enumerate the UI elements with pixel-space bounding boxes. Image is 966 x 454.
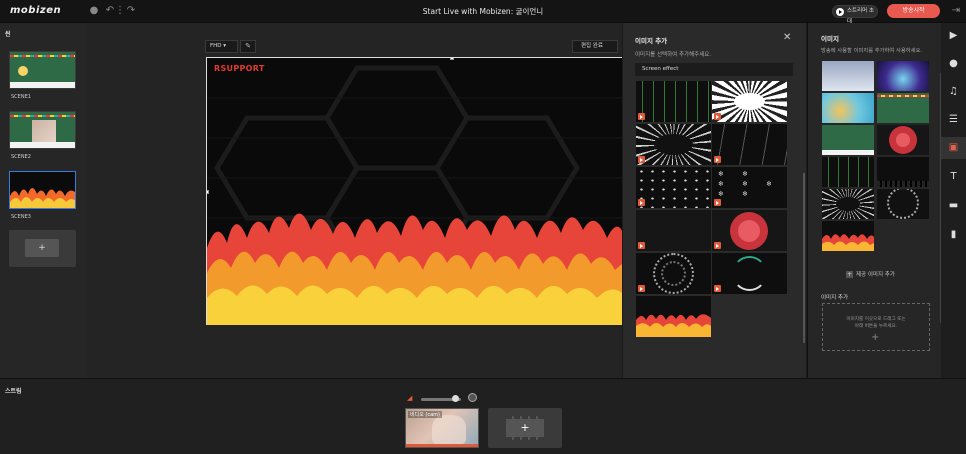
scene-panel: 씬 SCENE1 SCENE2 SCENE3 + [0,23,86,378]
image-thumbnail[interactable] [822,189,874,219]
preview-stage[interactable]: RSUPPORT [206,57,622,325]
fire-image[interactable] [207,58,622,325]
effect-radial-burst-white[interactable] [712,81,787,122]
resolution-select[interactable]: FHD ▾ [205,40,238,53]
camera-source-thumbnail[interactable]: 비디오 (cam) [405,408,479,448]
stream-panel: 스트림 ◢ 비디오 (cam) + [0,378,966,454]
close-icon[interactable]: ✕ [783,32,791,43]
image-thumbnail[interactable] [822,61,874,91]
add-scene-button[interactable]: + [9,230,76,267]
scene-panel-title: 씬 [5,31,11,38]
effect-dotted-rings[interactable] [636,253,711,294]
effect-rain-streaks[interactable] [712,124,787,165]
camera-source-bar [406,444,478,447]
effect-fire[interactable] [636,296,711,337]
volume-slider-knob[interactable] [452,395,459,402]
start-broadcast-button[interactable]: 방송시작 [887,4,940,18]
sticker-icon[interactable]: ● [941,53,966,75]
effect-category-select[interactable]: Screen effect [635,63,793,76]
image-thumbnail[interactable] [822,221,874,251]
play-circle-icon [836,8,844,16]
image-thumbnail[interactable] [877,61,929,91]
image-thumbnail[interactable] [877,157,929,187]
add-provided-image-button[interactable]: + 제공 이미지 추가 [846,270,895,278]
edit-pen-icon[interactable]: ✎ [240,40,256,53]
top-bar: mobizen ● ↶ ⋮ ↷ Start Live with Mobizen:… [0,0,966,25]
side-icon-bar: ▶ ● ♫ ☰ ▣ T ▬ ▮ [941,23,966,378]
scene-thumbnail-1[interactable] [9,51,76,89]
effect-radial-burst-dark[interactable] [636,124,711,165]
play-icon[interactable]: ▶ [941,25,966,47]
effect-matrix-code[interactable] [636,81,711,122]
audio-settings-icon[interactable] [468,393,477,402]
resize-handle[interactable] [207,190,209,194]
popup-title: 이미지 추가 [635,37,668,45]
image-panel-title: 이미지 [821,35,839,43]
window-title: Start Live with Mobizen: 굴이언니 [422,7,544,16]
speaker-icon[interactable]: ◢ [407,394,412,402]
bookmark-icon[interactable]: ▮ [941,224,966,246]
image-dropzone[interactable]: 이미지를 이곳으로 드래그 또는 아래 버튼을 누르세요. + [822,303,930,351]
invite-streamer-button[interactable]: 스트리머 초대 [832,5,878,25]
effect-red-circle[interactable] [712,210,787,251]
layout-icon[interactable]: ☰ [941,109,966,131]
add-source-button[interactable]: + [488,408,562,448]
add-image-plus-icon[interactable]: + [871,332,879,343]
redo-icon[interactable]: ↷ [125,5,137,17]
effect-snowflakes[interactable]: ❄ ❄ ❄ ❄ ❄ ❄ ❄ [712,167,787,208]
effect-arc-rings[interactable] [712,253,787,294]
film-add-icon: + [506,416,544,440]
effect-dots-scatter[interactable] [636,167,711,208]
image-panel-subtitle: 방송에 사용할 이미지를 추가하여 사용하세요. [821,48,923,54]
exit-icon[interactable]: ⇥ [950,5,962,17]
image-thumbnail[interactable] [877,93,929,123]
image-add-popup: 이미지 추가 ✕ 이미지를 선택하여 추가해주세요. Screen effect… [622,23,806,378]
scene-thumbnail-2[interactable] [9,111,76,149]
image-add-section-title: 이미지 추가 [821,295,849,301]
image-thumbnail[interactable] [822,157,874,187]
popup-scrollbar[interactable] [803,173,805,343]
gamepad-icon[interactable]: ● [88,5,100,17]
music-icon[interactable]: ♫ [941,81,966,103]
resize-handle[interactable] [450,58,454,60]
image-thumbnail[interactable] [877,125,929,155]
image-thumbnail[interactable] [877,189,929,219]
camera-source-label: 비디오 (cam) [408,411,442,418]
plus-icon: + [846,271,853,278]
scene-label: SCENE3 [11,214,31,220]
app-logo: mobizen [10,5,62,16]
popup-subtitle: 이미지를 선택하여 추가해주세요. [635,52,712,58]
image-thumbnail[interactable] [822,125,874,155]
stream-title: 스트림 [5,388,22,395]
banner-icon[interactable]: ▬ [941,195,966,217]
scene-label: SCENE1 [11,94,31,100]
image-icon[interactable]: ▣ [941,137,966,159]
text-icon[interactable]: T [941,166,966,188]
effect-blank-dark[interactable] [636,210,711,251]
scene-label: SCENE2 [11,154,31,160]
scene-thumbnail-3[interactable] [9,171,76,209]
image-panel: 이미지 방송에 사용할 이미지를 추가하여 사용하세요. + 제공 이미지 추가 … [807,23,942,378]
image-thumbnail[interactable] [822,93,874,123]
edit-done-button[interactable]: 편집 완료 [572,40,618,53]
